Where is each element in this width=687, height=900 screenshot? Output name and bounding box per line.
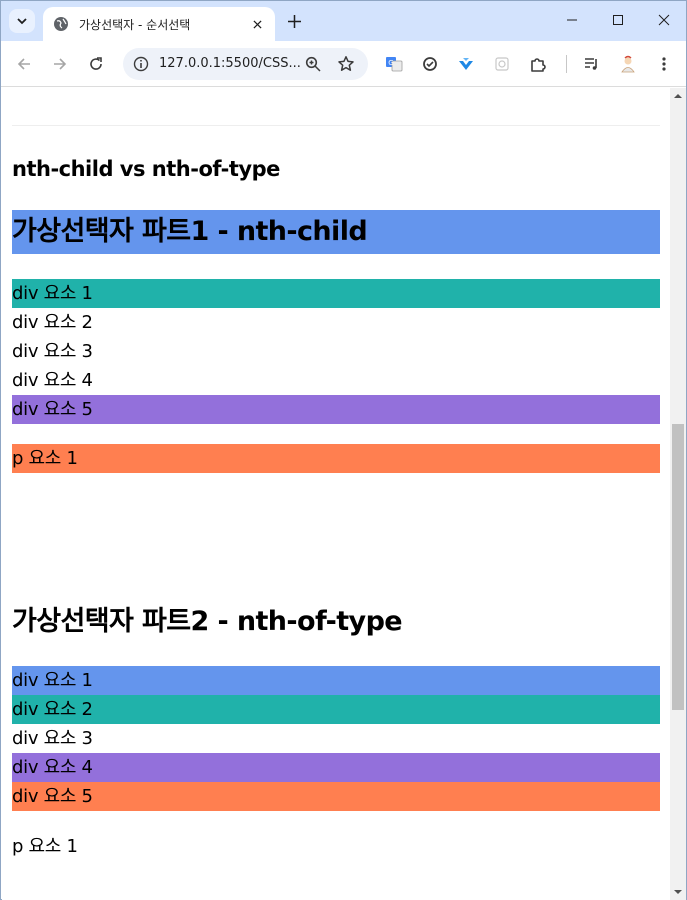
- part1-div-item: div 요소 3: [12, 341, 93, 362]
- scroll-down-icon[interactable]: [674, 888, 682, 896]
- scrollbar-thumb[interactable]: [672, 424, 684, 710]
- globe-icon: [54, 17, 68, 31]
- part2-div-item: div 요소 4: [12, 753, 660, 782]
- page-viewport: nth-child vs nth-of-type 가상선택자 파트1 - nth…: [2, 88, 670, 900]
- toolbar-divider: [566, 55, 567, 73]
- zoom-icon[interactable]: [305, 56, 321, 72]
- browser-toolbar: 127.0.0.1:5500/CSS... G: [1, 41, 686, 87]
- address-bar[interactable]: 127.0.0.1:5500/CSS...: [123, 48, 368, 80]
- tab-search-icon[interactable]: [9, 9, 35, 33]
- maximize-icon[interactable]: [595, 1, 641, 39]
- forward-icon[interactable]: [48, 52, 72, 76]
- url-text: 127.0.0.1:5500/CSS...: [159, 56, 301, 71]
- more-icon[interactable]: [654, 54, 674, 74]
- part2-div-item: div 요소 1: [12, 666, 660, 695]
- download-icon[interactable]: [456, 54, 476, 74]
- back-icon[interactable]: [12, 52, 36, 76]
- tab-title: 가상선택자 - 순서선택: [79, 17, 191, 32]
- part2-p-item: p 요소 1: [12, 836, 78, 857]
- part1-div-item: div 요소 5: [12, 395, 660, 424]
- window-close-icon[interactable]: [641, 1, 687, 39]
- active-tab[interactable]: 가상선택자 - 순서선택: [43, 7, 275, 41]
- part2-div-item: div 요소 3: [12, 728, 93, 749]
- sync-icon[interactable]: [420, 54, 440, 74]
- browser-window: 가상선택자 - 순서선택 127.0.0.1:5500/CSS... G nth…: [0, 0, 687, 900]
- star-icon[interactable]: [337, 55, 355, 73]
- vertical-scrollbar[interactable]: [670, 88, 686, 900]
- svg-text:G: G: [388, 59, 393, 67]
- part1-div-item: div 요소 1: [12, 279, 660, 308]
- part2-div-item: div 요소 5: [12, 782, 660, 811]
- close-icon[interactable]: [249, 16, 265, 32]
- part2-heading: 가상선택자 파트2 - nth-of-type: [12, 606, 403, 637]
- part1-p-item: p 요소 1: [12, 444, 660, 473]
- translate-icon[interactable]: G: [384, 54, 404, 74]
- minimize-icon[interactable]: [549, 1, 595, 39]
- reload-icon[interactable]: [84, 52, 108, 76]
- part1-div-item: div 요소 2: [12, 312, 93, 333]
- part1-div-item: div 요소 4: [12, 370, 93, 391]
- media-icon[interactable]: [582, 54, 602, 74]
- profile-avatar-icon[interactable]: [618, 54, 638, 74]
- part1-heading: 가상선택자 파트1 - nth-child: [12, 210, 660, 254]
- extension-icon[interactable]: [492, 54, 512, 74]
- info-icon[interactable]: [133, 56, 149, 72]
- plus-icon[interactable]: [284, 11, 304, 31]
- page-subtitle: nth-child vs nth-of-type: [12, 157, 280, 181]
- puzzle-icon[interactable]: [528, 54, 548, 74]
- tab-strip: 가상선택자 - 순서선택: [1, 1, 686, 41]
- scroll-up-icon[interactable]: [674, 92, 682, 100]
- part2-div-item: div 요소 2: [12, 695, 660, 724]
- horizontal-rule: [12, 125, 660, 126]
